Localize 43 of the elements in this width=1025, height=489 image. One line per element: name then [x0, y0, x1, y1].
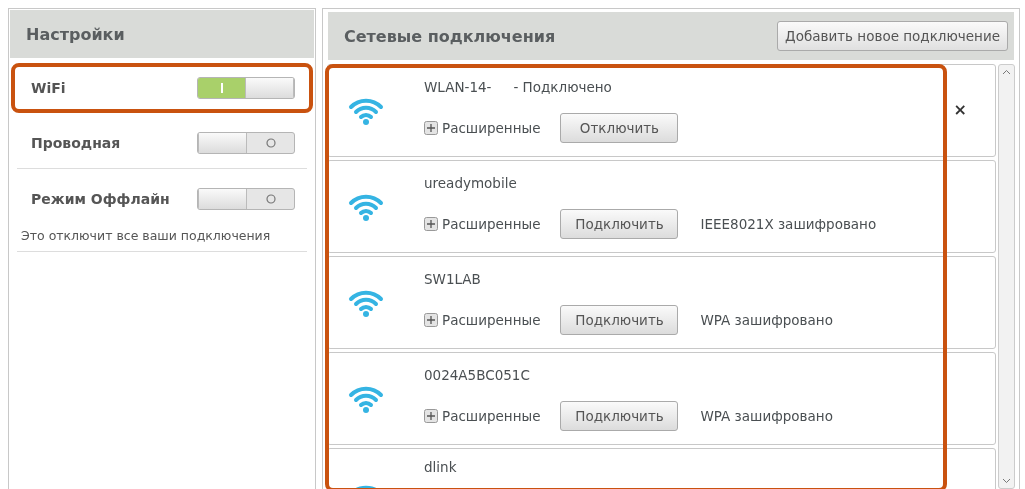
advanced-toggle[interactable]: Расширенные: [424, 407, 541, 424]
setting-label: Проводная: [31, 135, 121, 151]
network-name: SW1LAB: [424, 270, 481, 287]
plus-icon: [424, 312, 438, 327]
network-name: ureadymobile: [424, 174, 517, 191]
network-card[interactable]: 0024A5BC051C Расширенные Подключить WPA зашифровано: [327, 352, 996, 445]
settings-title: Настройки: [26, 24, 125, 44]
network-name: dlink: [424, 459, 457, 475]
setting-label: Режим Оффлайн: [31, 191, 170, 207]
setting-label: WiFi: [31, 80, 66, 96]
plus-icon: [424, 216, 438, 231]
network-name: WLAN-14-: [424, 78, 492, 95]
advanced-toggle[interactable]: Расширенные: [424, 215, 541, 232]
network-card[interactable]: dlink: [327, 448, 996, 489]
chevron-down-icon: [1002, 478, 1011, 484]
connect-button[interactable]: Отключить: [560, 112, 679, 143]
connect-button[interactable]: Подключить: [560, 208, 679, 239]
security-label: WPA зашифровано: [700, 407, 833, 424]
toggle-switch[interactable]: [197, 77, 295, 99]
connect-button[interactable]: Подключить: [560, 304, 679, 335]
connection-status: - Подключено: [513, 78, 612, 95]
security-label: WPA зашифровано: [700, 311, 833, 328]
add-connection-button[interactable]: Добавить новое подключение: [777, 21, 1008, 51]
network-name: 0024A5BC051C: [424, 366, 530, 383]
toggle-switch[interactable]: [197, 132, 295, 154]
advanced-toggle[interactable]: Расширенные: [424, 119, 541, 136]
toggle-switch[interactable]: [197, 188, 295, 210]
connections-title: Сетевые подключения: [344, 26, 556, 46]
network-card[interactable]: SW1LAB Расширенные Подключить WPA зашифровано: [327, 256, 996, 349]
on-mark-icon: [220, 83, 223, 93]
close-button[interactable]: ×: [947, 99, 973, 120]
plus-icon: [424, 408, 438, 423]
network-card[interactable]: WLAN-14- - Подключено Расширенные Отключить ×: [327, 64, 996, 157]
offline-note: Это отключит все ваши подключения: [17, 224, 307, 252]
scrollbar[interactable]: [998, 64, 1015, 489]
off-circle-icon: [265, 194, 276, 204]
plus-icon: [424, 120, 438, 135]
connect-button[interactable]: Подключить: [560, 400, 679, 431]
security-label: IEEE8021X зашифровано: [700, 215, 877, 232]
chevron-up-icon: [1002, 69, 1011, 75]
network-card[interactable]: ureadymobile Расширенные Подключить IEEE8021X зашифровано: [327, 160, 996, 253]
advanced-toggle[interactable]: Расширенные: [424, 311, 541, 328]
off-circle-icon: [265, 138, 276, 148]
